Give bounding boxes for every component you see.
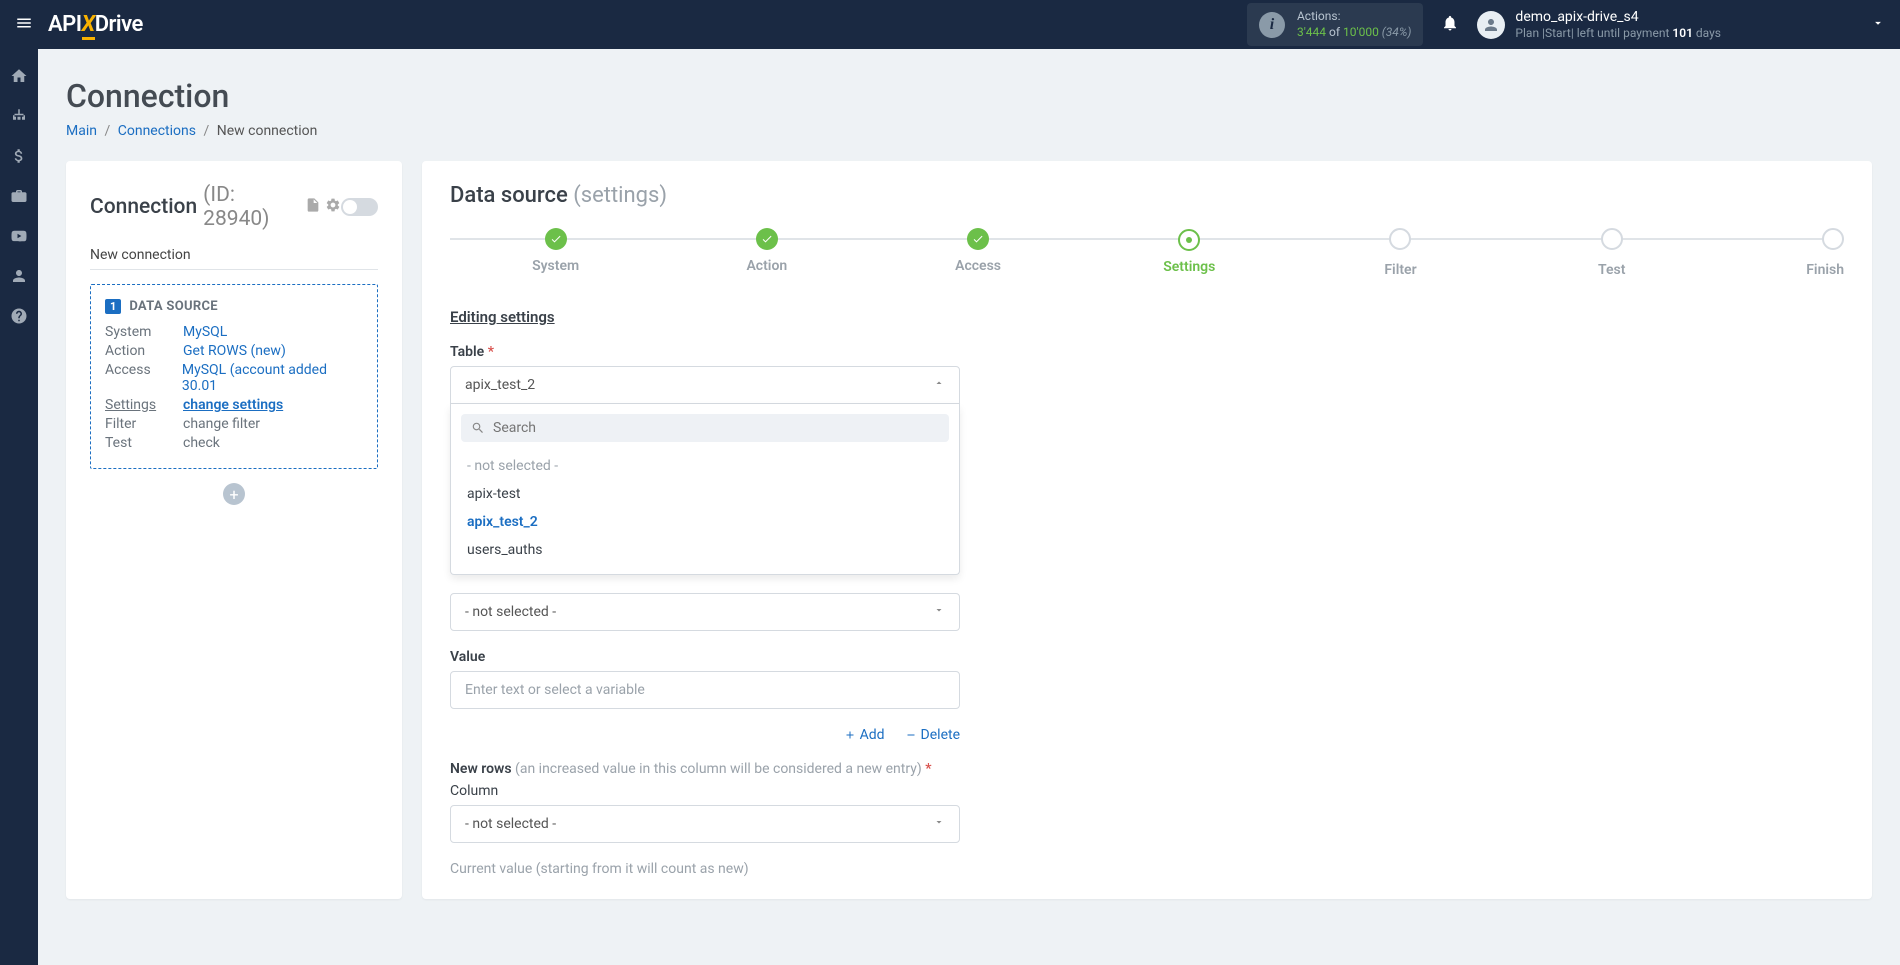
logo[interactable]: APIXDrive	[48, 12, 143, 37]
ds-title: DATA SOURCE	[129, 299, 218, 314]
current-value-hint: Current value (starting from it will cou…	[450, 861, 960, 877]
add-button[interactable]: Add	[844, 727, 885, 743]
step-action-circle[interactable]	[756, 228, 778, 250]
sidebar-briefcase-icon[interactable]	[10, 187, 28, 205]
sidebar-sitemap-icon[interactable]	[10, 107, 28, 125]
sidebar-youtube-icon[interactable]	[10, 227, 28, 245]
table-dropdown: - not selected - apix-test apix_test_2 u…	[450, 404, 960, 575]
actions-current: 3'444	[1297, 25, 1326, 39]
step-settings-circle[interactable]	[1178, 229, 1200, 251]
menu-icon[interactable]	[15, 14, 33, 36]
step-system-circle[interactable]	[545, 228, 567, 250]
ds-action-link[interactable]: Get ROWS (new)	[183, 343, 286, 359]
sidebar-user-icon[interactable]	[10, 267, 28, 285]
plan-days: 101	[1672, 26, 1693, 40]
chevron-down-icon	[1871, 15, 1885, 34]
connection-panel: Connection (ID: 28940) New connection 1 …	[66, 161, 402, 899]
step-access-circle[interactable]	[967, 228, 989, 250]
settings-title: Data source	[450, 183, 573, 208]
page-title: Connection	[66, 77, 1872, 115]
ds-step-badge: 1	[105, 299, 121, 314]
dd-option-users-auths[interactable]: users_auths	[461, 536, 949, 564]
logo-pre: API	[48, 12, 82, 37]
column-select-2[interactable]: - not selected -	[450, 805, 960, 843]
column-select-1[interactable]: - not selected -	[450, 593, 960, 631]
data-source-box: 1 DATA SOURCE SystemMySQL ActionGet ROWS…	[90, 284, 378, 469]
info-icon: i	[1259, 12, 1285, 38]
actions-percent: (34%)	[1379, 25, 1412, 39]
dd-option-none[interactable]: - not selected -	[461, 452, 949, 480]
breadcrumb-main[interactable]: Main	[66, 123, 97, 139]
sidebar-help-icon[interactable]	[10, 307, 28, 325]
ds-filter-link[interactable]: change filter	[183, 416, 260, 432]
chevron-down-icon	[933, 816, 945, 832]
step-test-circle[interactable]	[1601, 228, 1623, 250]
actions-label: Actions:	[1297, 9, 1411, 25]
sidebar-home-icon[interactable]	[10, 67, 28, 85]
settings-panel: Data source (settings) System Action Acc…	[422, 161, 1872, 899]
chevron-up-icon	[933, 377, 945, 393]
actions-max: 10'000	[1343, 25, 1379, 39]
step-finish-circle[interactable]	[1822, 228, 1844, 250]
plus-icon	[844, 729, 856, 741]
ds-settings-link[interactable]: change settings	[183, 397, 283, 413]
add-step-button[interactable]: +	[223, 483, 245, 505]
user-menu[interactable]: demo_apix-drive_s4 Plan |Start| left unt…	[1477, 8, 1885, 42]
top-header: APIXDrive i Actions: 3'444 of 10'000 (34…	[0, 0, 1900, 49]
section-title: Editing settings	[450, 308, 1844, 326]
connection-toggle[interactable]	[341, 198, 378, 216]
ds-system-link[interactable]: MySQL	[183, 324, 227, 340]
ds-test-link[interactable]: check	[183, 435, 220, 451]
table-select-value: apix_test_2	[465, 377, 535, 393]
chevron-down-icon	[933, 604, 945, 620]
newrows-label: New rows	[450, 761, 515, 777]
breadcrumb-connections[interactable]: Connections	[118, 123, 196, 139]
connection-title: Connection	[90, 195, 197, 219]
delete-button[interactable]: Delete	[905, 727, 960, 743]
progress-stepper: System Action Access Settings Filter Tes…	[450, 228, 1844, 278]
table-label: Table	[450, 344, 488, 360]
dd-option-apix-test-2[interactable]: apix_test_2	[461, 508, 949, 536]
dropdown-search-input[interactable]	[493, 420, 939, 436]
value-input[interactable]	[450, 671, 960, 709]
ds-access-link[interactable]: MySQL (account added 30.01	[182, 362, 363, 394]
document-icon[interactable]	[305, 195, 321, 219]
avatar-icon	[1477, 11, 1505, 39]
logo-x: X	[82, 12, 95, 40]
column-label: Column	[450, 783, 960, 799]
step-filter-circle[interactable]	[1389, 228, 1411, 250]
connection-id: (ID: 28940)	[203, 183, 297, 231]
sidebar-dollar-icon[interactable]	[10, 147, 28, 165]
value-label: Value	[450, 649, 960, 665]
actions-counter[interactable]: i Actions: 3'444 of 10'000 (34%)	[1247, 3, 1423, 46]
breadcrumb: Main / Connections / New connection	[66, 123, 1872, 139]
minus-icon	[905, 729, 917, 741]
search-icon	[471, 421, 485, 435]
table-select[interactable]: apix_test_2	[450, 366, 960, 404]
dropdown-search[interactable]	[461, 414, 949, 442]
bell-icon[interactable]	[1441, 14, 1459, 36]
username: demo_apix-drive_s4	[1515, 8, 1721, 26]
connection-subtitle: New connection	[90, 247, 378, 270]
dd-option-apix-test[interactable]: apix-test	[461, 480, 949, 508]
breadcrumb-current: New connection	[217, 123, 318, 139]
gear-icon[interactable]	[325, 195, 341, 219]
logo-post: Drive	[95, 12, 143, 37]
sidebar	[0, 49, 38, 965]
